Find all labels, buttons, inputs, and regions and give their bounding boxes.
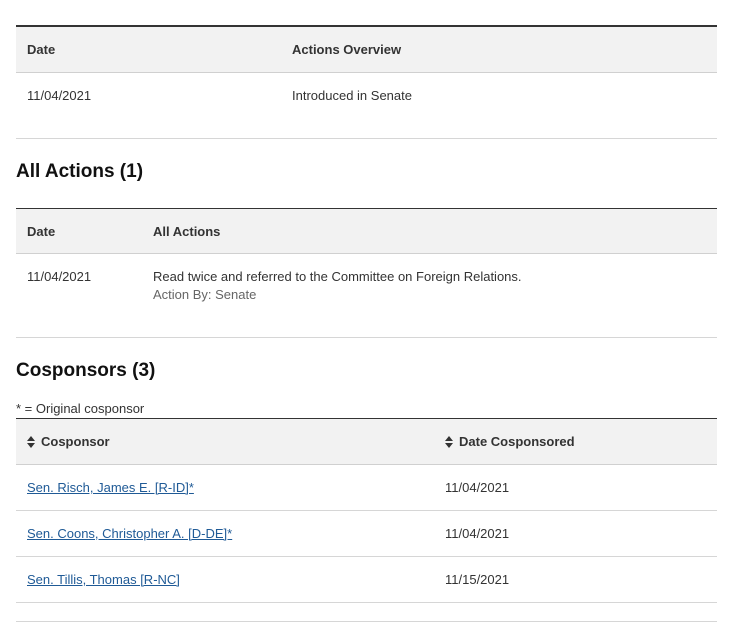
cosponsor-cell: Sen. Coons, Christopher A. [D-DE]* [16, 510, 434, 557]
cosponsor-cell: Sen. Tillis, Thomas [R-NC] [16, 556, 434, 603]
cosponsor-link[interactable]: Sen. Risch, James E. [R-ID]* [27, 480, 194, 495]
cosponsor-link[interactable]: Sen. Coons, Christopher A. [D-DE]* [27, 526, 232, 541]
table-row: 11/04/2021 Read twice and referred to th… [16, 254, 717, 338]
sort-by-date-header[interactable]: Date Cosponsored [434, 418, 717, 465]
action-by-text: Action By: Senate [153, 287, 257, 302]
table-row: 11/04/2021 Introduced in Senate [16, 73, 717, 140]
table-row: Sen. Risch, James E. [R-ID]* 11/04/2021 [16, 464, 717, 511]
table-header-row: Date Actions Overview [16, 26, 717, 73]
col-header-cosponsor: Cosponsor [41, 434, 110, 449]
original-cosponsor-note: * = Original cosponsor [16, 401, 145, 416]
cosponsors-table: Cosponsor Date Cosponsored Sen. Risch, J… [16, 418, 717, 603]
overview-date-cell: 11/04/2021 [27, 88, 92, 103]
cosponsor-cell: Sen. Risch, James E. [R-ID]* [16, 464, 434, 511]
col-header-date: Date [16, 208, 142, 254]
all-actions-table: Date All Actions 11/04/2021 Read twice a… [16, 208, 717, 338]
overview-action-cell: Introduced in Senate [292, 88, 412, 103]
section-divider [16, 621, 717, 622]
table-row: Sen. Tillis, Thomas [R-NC] 11/15/2021 [16, 556, 717, 603]
cosponsors-heading: Cosponsors (3) [16, 360, 156, 381]
action-text-cell: Read twice and referred to the Committee… [142, 254, 717, 338]
cosponsor-date-cell: 11/04/2021 [434, 510, 717, 557]
table-header-row: Date All Actions [16, 208, 717, 254]
sort-updown-icon [445, 435, 453, 448]
section-divider [16, 138, 717, 139]
table-header-row: Cosponsor Date Cosponsored [16, 418, 717, 465]
col-header-date-cosponsored: Date Cosponsored [459, 434, 575, 449]
col-header-actions-overview: Actions Overview [281, 26, 717, 73]
table-row: Sen. Coons, Christopher A. [D-DE]* 11/04… [16, 510, 717, 557]
sort-updown-icon [27, 435, 35, 448]
col-header-date: Date [16, 26, 281, 73]
section-divider [16, 337, 717, 338]
action-date-cell: 11/04/2021 [27, 269, 92, 284]
cosponsor-date-cell: 11/15/2021 [434, 556, 717, 603]
col-header-all-actions: All Actions [142, 208, 717, 254]
cosponsor-date-cell: 11/04/2021 [434, 464, 717, 511]
cosponsor-link[interactable]: Sen. Tillis, Thomas [R-NC] [27, 572, 180, 587]
sort-by-cosponsor-header[interactable]: Cosponsor [16, 418, 434, 465]
all-actions-heading: All Actions (1) [16, 161, 144, 182]
action-description: Read twice and referred to the Committee… [153, 269, 522, 284]
actions-overview-table: Date Actions Overview 11/04/2021 Introdu… [16, 25, 717, 140]
